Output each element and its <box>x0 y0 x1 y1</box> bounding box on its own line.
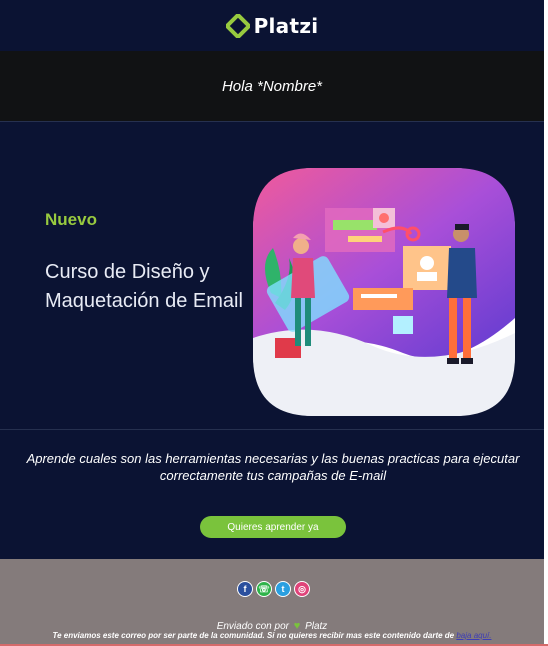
email-footer: f ☏ t ◎ Enviado con por ♥ Platz Te envia… <box>0 559 544 646</box>
instagram-icon[interactable]: ◎ <box>294 581 310 597</box>
whatsapp-icon[interactable]: ☏ <box>256 581 272 597</box>
email-header: Platzi <box>0 0 544 51</box>
social-links: f ☏ t ◎ <box>237 581 310 597</box>
new-badge: Nuevo <box>45 210 97 229</box>
right-margin <box>544 0 548 646</box>
description-text: Aprende cuales son las herramientas nece… <box>26 451 520 483</box>
email-design-illustration <box>253 168 515 416</box>
platzi-logo-icon <box>225 13 250 38</box>
course-title: Curso de Diseño y Maquetación de Email <box>45 261 243 312</box>
greeting-banner: Hola *Nombre* <box>0 51 544 121</box>
brand-name: Platzi <box>253 13 319 38</box>
brand-logo[interactable]: Platzi <box>225 13 319 38</box>
twitter-icon[interactable]: t <box>275 581 291 597</box>
greeting-text: Hola *Nombre* <box>221 77 323 95</box>
hero-section: Nuevo Curso de Diseño y Maquetación de E… <box>0 121 544 429</box>
description-section: Aprende cuales son las herramientas nece… <box>0 429 544 559</box>
learn-now-button[interactable]: Quieres aprender ya <box>200 516 346 538</box>
facebook-icon[interactable]: f <box>237 581 253 597</box>
note-text: Te enviamos este correo por ser parte de… <box>52 631 455 640</box>
unsubscribe-link[interactable]: baja aquí. <box>456 631 491 640</box>
subscription-note: Te enviamos este correo por ser parte de… <box>0 631 544 640</box>
